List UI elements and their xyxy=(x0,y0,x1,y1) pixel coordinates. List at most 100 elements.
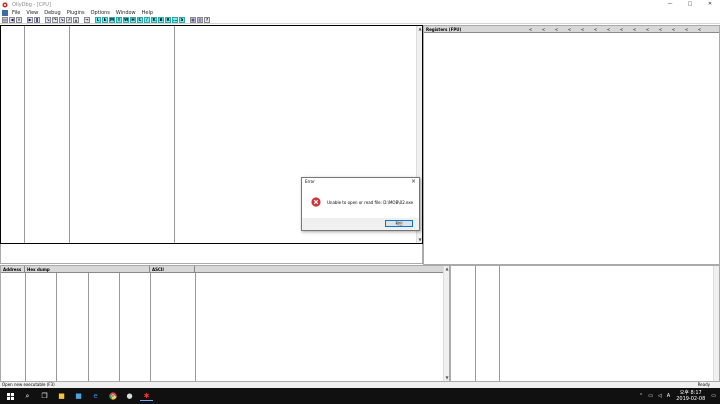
people-icon[interactable]: ⌃ xyxy=(639,393,643,399)
step-over-icon[interactable]: ↷ xyxy=(52,16,58,23)
reg-arrow[interactable]: < xyxy=(680,26,693,33)
tb-executables-button[interactable]: E xyxy=(102,16,108,23)
tb-memory-button[interactable]: M xyxy=(109,16,115,23)
dump-col-address[interactable]: Address xyxy=(1,266,25,273)
menu-plugins[interactable]: Plugins xyxy=(67,10,85,16)
trace-into-icon[interactable]: ⇘ xyxy=(59,16,65,23)
restart-icon[interactable]: ◀ xyxy=(9,16,15,23)
tb-source-button[interactable]: S xyxy=(179,16,185,23)
dump-col-hex[interactable]: Hex dump xyxy=(25,266,150,273)
run-icon[interactable]: ▶ xyxy=(27,16,33,23)
dump-pane[interactable]: Address Hex dump ASCII ▲ ▼ xyxy=(0,265,450,382)
tb-windows-button[interactable]: W xyxy=(123,16,129,23)
registers-pane[interactable]: Registers (FPU) < < < < < < < < < < < < … xyxy=(423,25,720,265)
toolbar: ▤ ◀ ✕ ▶ ❚ ↘ ↷ ⇘ ⇗ ⤓ → L E M T W H C / K … xyxy=(0,16,720,24)
store-icon[interactable]: ■ xyxy=(72,391,85,401)
menu-options[interactable]: Options xyxy=(91,10,110,16)
menu-debug[interactable]: Debug xyxy=(44,10,60,16)
ok-button[interactable]: 확인 xyxy=(385,220,413,227)
reg-arrow[interactable]: < xyxy=(641,26,654,33)
open-file-icon[interactable]: ▤ xyxy=(2,16,8,23)
reg-arrow[interactable]: < xyxy=(589,26,602,33)
tb-breakpoints-button[interactable]: B xyxy=(158,16,164,23)
toolbar-separator xyxy=(80,17,83,23)
reg-arrow[interactable]: < xyxy=(667,26,680,33)
tb-log-button[interactable]: L xyxy=(95,16,101,23)
reg-arrow[interactable]: < xyxy=(550,26,563,33)
execute-till-return-icon[interactable]: ⤓ xyxy=(73,16,79,23)
column-divider[interactable] xyxy=(24,26,25,243)
reg-arrow[interactable]: < xyxy=(602,26,615,33)
tb-references-button[interactable]: R xyxy=(165,16,171,23)
clock[interactable]: 오후 8:17 2019-02-08 xyxy=(676,390,705,402)
tb-patches-button[interactable]: / xyxy=(144,16,150,23)
reg-arrow[interactable]: < xyxy=(628,26,641,33)
tb-threads-button[interactable]: T xyxy=(116,16,122,23)
column-divider xyxy=(56,273,57,381)
column-divider xyxy=(150,273,151,381)
stack-pane[interactable] xyxy=(450,265,720,382)
appearance-icon[interactable]: ▥ xyxy=(197,16,203,23)
dump-scrollbar[interactable]: ▲ ▼ xyxy=(443,266,449,381)
dump-header: Address Hex dump ASCII xyxy=(1,266,449,273)
column-divider[interactable] xyxy=(69,26,70,243)
trace-over-icon[interactable]: ⇗ xyxy=(66,16,72,23)
close-program-icon[interactable]: ✕ xyxy=(16,16,22,23)
column-divider xyxy=(25,273,26,381)
go-to-address-icon[interactable]: → xyxy=(84,16,90,23)
minimize-button[interactable]: — xyxy=(660,0,680,9)
step-into-icon[interactable]: ↘ xyxy=(45,16,51,23)
file-explorer-icon[interactable]: ■ xyxy=(55,391,68,401)
info-pane[interactable] xyxy=(0,244,423,264)
tb-runtrace-button[interactable]: ... xyxy=(172,16,178,23)
column-divider[interactable] xyxy=(174,26,175,243)
system-tray: ⌃ ▭ ◁ A 오후 8:17 2019-02-08 ▭ xyxy=(639,388,716,404)
menu-help[interactable]: Help xyxy=(142,10,153,16)
ollydbg-logo-icon xyxy=(2,2,8,7)
ollydbg-taskbar-icon[interactable]: ✱ xyxy=(140,391,153,401)
dialog-message: Unable to open or read file: D:\MOB\02.e… xyxy=(327,199,414,205)
search-icon[interactable]: ⌕ xyxy=(21,391,34,401)
taskbar: ⌕ ❐ ■ ■ e ● ✱ ⌃ ▭ ◁ A 오후 8:17 2019-02-08… xyxy=(0,388,720,404)
close-window-button[interactable]: ✕ xyxy=(700,0,720,9)
options-icon[interactable]: ▦ xyxy=(190,16,196,23)
window-controls: — □ ✕ xyxy=(660,0,720,9)
error-icon xyxy=(311,197,321,207)
dialog-footer: 확인 xyxy=(302,218,419,230)
notifications-icon[interactable]: ▭ xyxy=(711,393,716,399)
app-icon[interactable]: ● xyxy=(123,391,136,401)
task-view-icon[interactable]: ❐ xyxy=(38,391,51,401)
dump-col-ascii[interactable]: ASCII xyxy=(150,266,195,273)
menu-view[interactable]: View xyxy=(26,10,38,16)
reg-arrow[interactable]: < xyxy=(654,26,667,33)
toolbar-separator xyxy=(91,17,94,23)
reg-arrow[interactable]: < xyxy=(615,26,628,33)
chrome-icon[interactable] xyxy=(106,391,119,401)
menu-file[interactable]: File xyxy=(12,10,20,16)
start-windows-icon[interactable] xyxy=(4,391,17,401)
reg-arrow[interactable]: < xyxy=(537,26,550,33)
stack-scrollbar[interactable] xyxy=(713,266,719,381)
error-dialog: Error × Unable to open or read file: D:\… xyxy=(301,177,420,231)
pause-icon[interactable]: ❚ xyxy=(34,16,40,23)
menu-window[interactable]: Window xyxy=(116,10,136,16)
reg-arrow[interactable]: < xyxy=(693,26,706,33)
reg-arrow[interactable]: < xyxy=(524,26,537,33)
mdi-child-icon[interactable] xyxy=(2,9,8,16)
network-icon[interactable]: ▭ xyxy=(648,393,653,399)
volume-icon[interactable]: ◁ xyxy=(658,393,662,399)
status-text: Open new executable (F3) xyxy=(2,382,55,387)
dialog-title: Error xyxy=(305,179,315,184)
reg-arrow[interactable]: < xyxy=(576,26,589,33)
reg-arrow[interactable]: < xyxy=(563,26,576,33)
edge-icon[interactable]: e xyxy=(89,391,102,401)
maximize-button[interactable]: □ xyxy=(680,0,700,9)
dialog-close-icon[interactable]: × xyxy=(411,178,416,185)
tb-callstack-button[interactable]: K xyxy=(151,16,157,23)
help-button[interactable]: ? xyxy=(204,16,210,23)
tb-handles-button[interactable]: H xyxy=(130,16,136,23)
tb-cpu-button[interactable]: C xyxy=(137,16,143,23)
ime-indicator[interactable]: A xyxy=(667,393,670,399)
menu-bar: File View Debug Plugins Options Window H… xyxy=(0,9,720,16)
toolbar-separator xyxy=(41,17,44,23)
